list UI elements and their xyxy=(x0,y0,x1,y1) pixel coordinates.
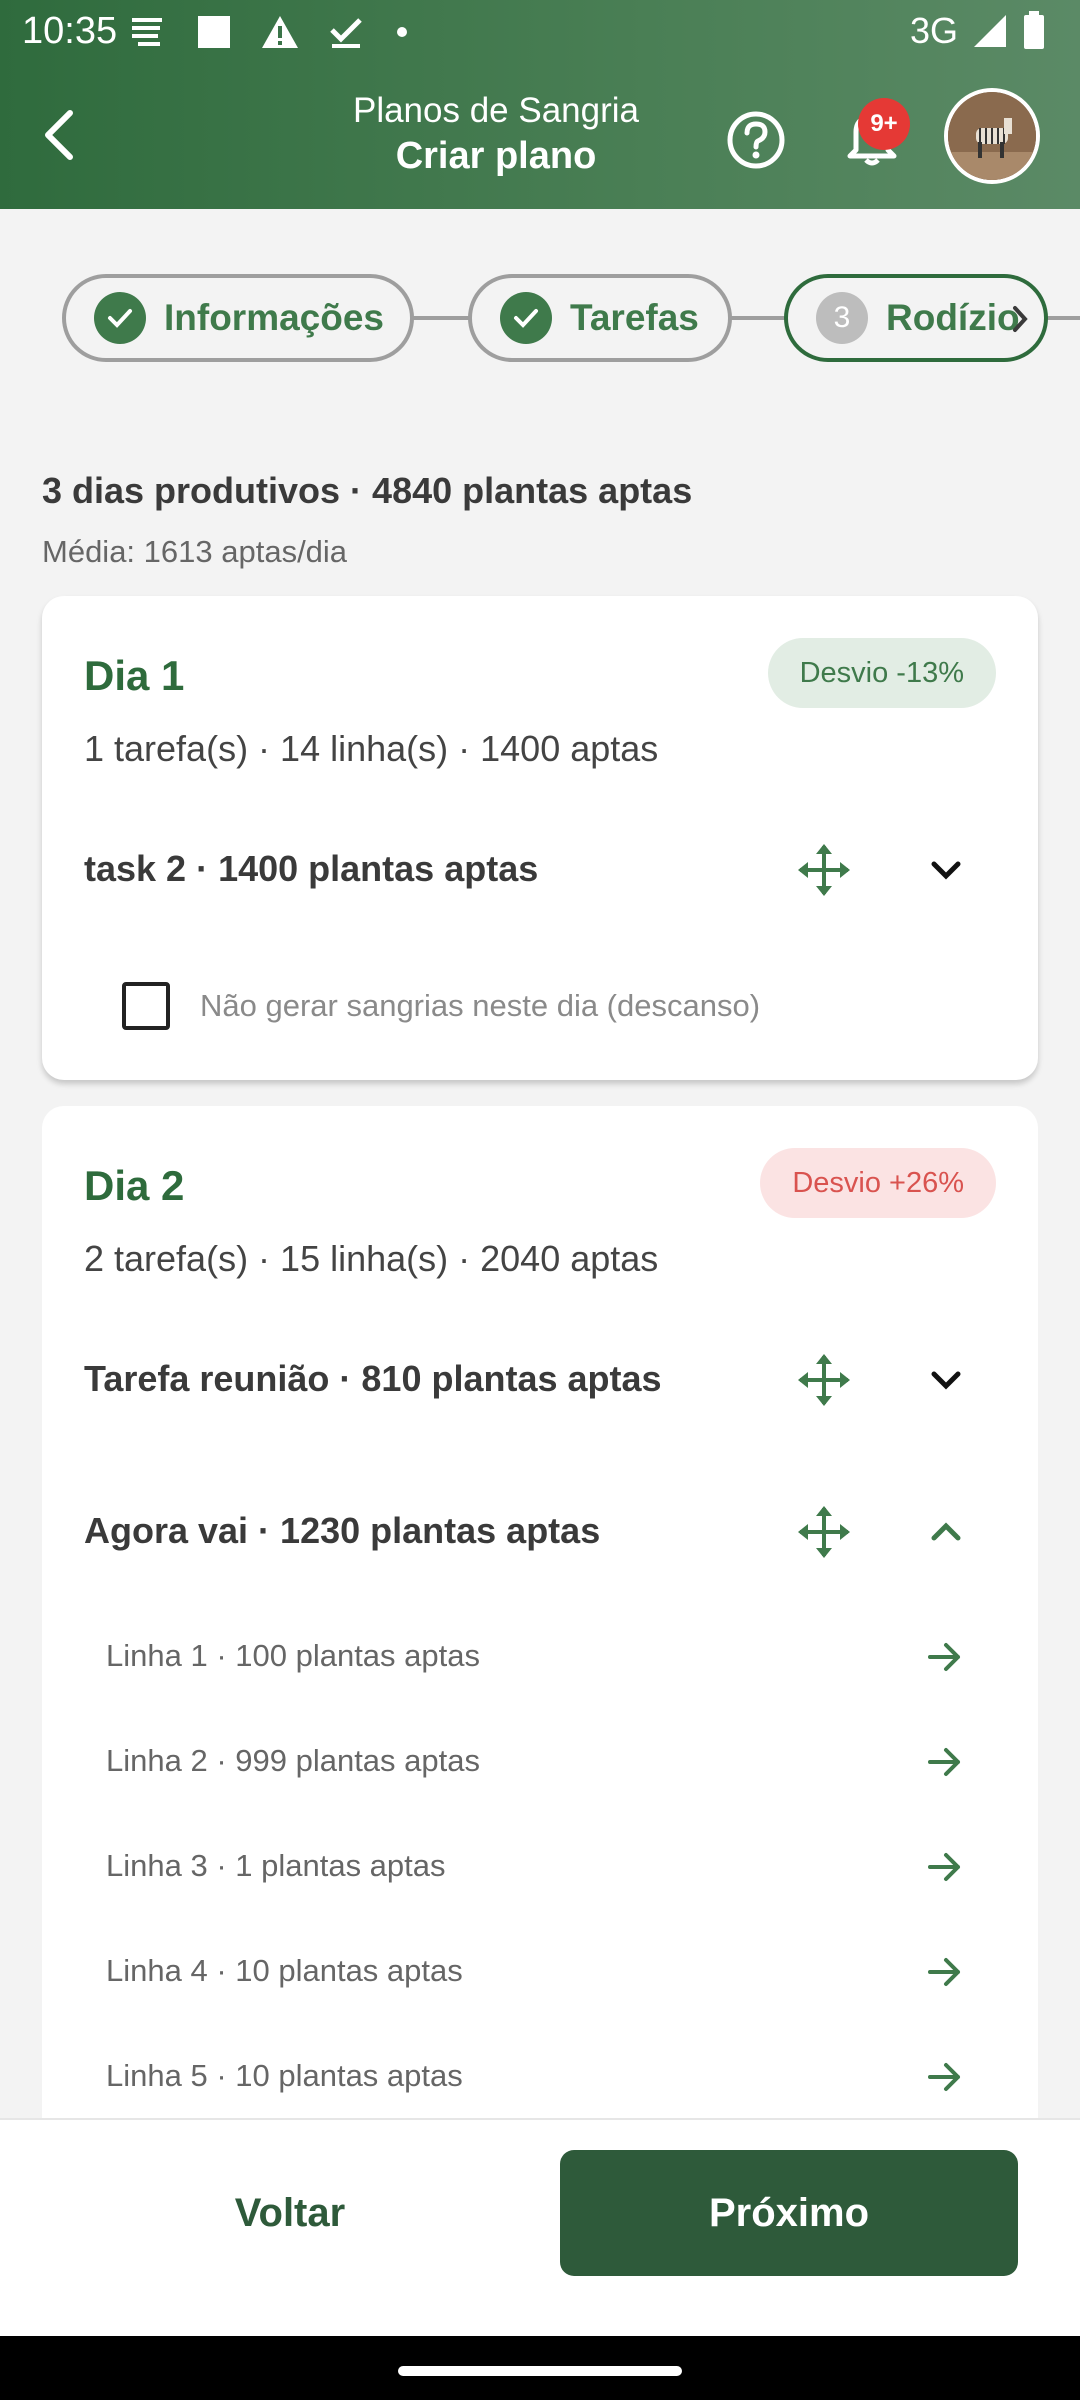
square-icon xyxy=(198,16,230,48)
home-gesture-handle[interactable] xyxy=(398,2366,682,2376)
rest-day-checkbox[interactable] xyxy=(122,982,170,1030)
line-row[interactable]: Linha 5 · 10 plantas aptas xyxy=(106,2038,966,2118)
chevron-down-icon[interactable] xyxy=(920,844,972,896)
status-bar: 10:35 3G xyxy=(0,0,1080,64)
task-label: Agora vai · 1230 plantas aptas xyxy=(84,1510,601,1551)
line-label: Linha 5 · 10 plantas aptas xyxy=(106,2058,463,2093)
drag-move-icon[interactable] xyxy=(796,1352,852,1408)
arrow-right-icon xyxy=(928,1853,960,1881)
avatar[interactable] xyxy=(944,88,1040,184)
help-button[interactable] xyxy=(724,108,788,172)
arrow-right-icon xyxy=(928,1748,960,1776)
progress-stepper: Informações Tarefas 3 Rodízio xyxy=(0,270,1080,366)
status-system-icons: 3G xyxy=(910,10,1046,52)
step-label: Tarefas xyxy=(570,297,699,338)
day-title: Dia 1 xyxy=(84,652,185,699)
deviation-badge: Desvio -13% xyxy=(767,638,996,708)
step-label: Informações xyxy=(164,297,385,338)
day-title: Dia 2 xyxy=(84,1162,185,1209)
step-connector xyxy=(410,316,470,320)
plan-summary: 3 dias produtivos · 4840 plantas aptas xyxy=(42,470,693,511)
chevron-up-icon[interactable] xyxy=(920,1506,972,1558)
wifi-calling-icon xyxy=(132,18,162,46)
check-icon xyxy=(514,309,538,328)
arrow-right-icon xyxy=(928,2063,960,2091)
bottom-action-bar: Voltar Próximo xyxy=(0,2118,1080,2336)
line-row[interactable]: Linha 4 · 10 plantas aptas xyxy=(106,1933,966,2013)
step-done-indicator xyxy=(500,292,552,344)
download-done-icon xyxy=(330,18,362,48)
battery-icon xyxy=(1024,11,1044,49)
page-subtitle: Planos de Sangria xyxy=(352,91,640,130)
dot-icon xyxy=(397,27,407,37)
app-header: 10:35 3G Planos de Sangria Criar plano 9… xyxy=(0,0,1080,209)
chevron-right-icon xyxy=(1013,306,1028,332)
voltar-button[interactable]: Voltar xyxy=(60,2150,520,2276)
drag-move-icon[interactable] xyxy=(796,842,852,898)
help-icon xyxy=(727,111,785,169)
signal-icon xyxy=(974,15,1006,47)
day-info: 2 tarefa(s) · 15 linha(s) · 2040 aptas xyxy=(84,1238,659,1279)
day-info: 1 tarefa(s) · 14 linha(s) · 1400 aptas xyxy=(84,728,659,769)
task-label: task 2 · 1400 plantas aptas xyxy=(84,848,539,889)
status-notification-icons xyxy=(128,12,412,52)
check-icon xyxy=(108,309,132,328)
plan-average: Média: 1613 aptas/dia xyxy=(42,534,348,569)
step-label: Rodízio xyxy=(886,297,1020,338)
task-row[interactable]: Agora vai · 1230 plantas aptas xyxy=(84,1492,996,1572)
step-done-indicator xyxy=(94,292,146,344)
notification-count-badge: 9+ xyxy=(858,98,910,150)
status-time: 10:35 xyxy=(22,10,118,52)
rest-day-checkbox-row[interactable]: Não gerar sangrias neste dia (descanso) xyxy=(122,976,760,1036)
warning-icon xyxy=(262,16,298,48)
step-number: 3 xyxy=(816,292,868,344)
task-row[interactable]: Tarefa reunião · 810 plantas aptas xyxy=(84,1340,996,1420)
line-row[interactable]: Linha 3 · 1 plantas aptas xyxy=(106,1828,966,1908)
line-row[interactable]: Linha 1 · 100 plantas aptas xyxy=(106,1618,966,1698)
back-button[interactable] xyxy=(28,100,88,170)
task-row[interactable]: task 2 · 1400 plantas aptas xyxy=(84,830,996,910)
chevron-down-icon[interactable] xyxy=(920,1354,972,1406)
task-label: Tarefa reunião · 810 plantas aptas xyxy=(84,1358,662,1399)
page-title-group: Planos de Sangria Criar plano xyxy=(300,90,692,180)
line-label: Linha 4 · 10 plantas aptas xyxy=(106,1953,463,1988)
step-connector xyxy=(728,316,788,320)
arrow-right-icon xyxy=(928,1643,960,1671)
arrow-right-icon xyxy=(928,1958,960,1986)
line-label: Linha 2 · 999 plantas aptas xyxy=(106,1743,480,1778)
step-connector xyxy=(1044,316,1080,320)
line-row[interactable]: Linha 2 · 999 plantas aptas xyxy=(106,1723,966,1803)
chevron-left-icon xyxy=(45,110,73,160)
step-informacoes[interactable]: Informações xyxy=(62,274,414,362)
step-rodizio[interactable]: 3 Rodízio xyxy=(784,274,1048,362)
deviation-badge: Desvio +26% xyxy=(760,1148,996,1218)
line-label: Linha 3 · 1 plantas aptas xyxy=(106,1848,446,1883)
proximo-button[interactable]: Próximo xyxy=(560,2150,1018,2276)
step-tarefas[interactable]: Tarefas xyxy=(468,274,732,362)
page-title: Criar plano xyxy=(395,135,597,177)
zebra-avatar-image xyxy=(948,92,1036,180)
rest-day-label: Não gerar sangrias neste dia (descanso) xyxy=(200,988,761,1023)
drag-move-icon[interactable] xyxy=(796,1504,852,1560)
network-type: 3G xyxy=(909,10,958,51)
line-label: Linha 1 · 100 plantas aptas xyxy=(106,1638,480,1673)
day-card: Dia 1 Desvio -13% 1 tarefa(s) · 14 linha… xyxy=(42,596,1038,1080)
